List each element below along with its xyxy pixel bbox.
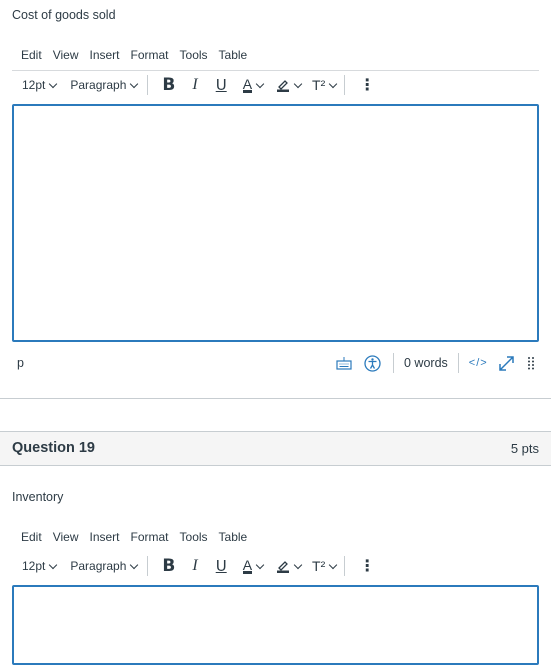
chevron-down-icon [293, 79, 303, 88]
editor-menubar: Edit View Insert Format Tools Table [21, 48, 258, 62]
fullscreen-icon[interactable] [498, 355, 515, 372]
rich-text-editor[interactable] [12, 104, 539, 342]
text-color-icon: A [242, 75, 253, 93]
element-path[interactable]: p [17, 356, 24, 370]
block-format-value: Paragraph [70, 559, 127, 573]
more-options-button[interactable]: ⋮ [359, 75, 375, 95]
text-color-icon: A [242, 556, 253, 574]
text-color-button[interactable]: A [242, 556, 265, 574]
statusbar-separator [393, 353, 394, 373]
editor-statusbar: 0 words </> [336, 353, 535, 373]
bold-button[interactable]: B [162, 556, 175, 576]
chevron-down-icon [130, 79, 139, 88]
italic-button[interactable]: I [192, 76, 197, 94]
menu-table[interactable]: Table [219, 530, 248, 544]
block-format-dropdown[interactable]: Paragraph [70, 559, 139, 573]
superscript-button[interactable]: T² [312, 77, 338, 93]
highlight-color-button[interactable] [276, 559, 303, 573]
chevron-down-icon [49, 79, 58, 88]
superscript-icon: T² [312, 558, 326, 574]
toolbar-separator [344, 75, 346, 95]
toolbar-separator [344, 556, 346, 576]
chevron-down-icon [49, 560, 58, 569]
menu-edit[interactable]: Edit [21, 530, 42, 544]
menu-view[interactable]: View [53, 530, 79, 544]
keyboard-shortcuts-icon[interactable] [336, 356, 352, 370]
editor-toolbar: 12pt Paragraph B I U A T² ⋮ [22, 71, 375, 99]
accessibility-checker-icon[interactable] [364, 354, 381, 372]
question-prompt: Inventory [12, 490, 64, 504]
underline-button[interactable]: U [216, 76, 227, 94]
menu-tools[interactable]: Tools [180, 530, 208, 544]
menu-insert[interactable]: Insert [89, 530, 119, 544]
statusbar-separator [457, 353, 459, 373]
font-size-value: 12pt [22, 559, 46, 573]
chevron-down-icon [255, 79, 265, 88]
resize-handle-icon[interactable] [527, 356, 535, 370]
rich-text-editor[interactable] [12, 585, 539, 665]
highlighter-icon [277, 561, 290, 573]
question-points: 5 pts [510, 441, 539, 456]
editor-menubar: Edit View Insert Format Tools Table [21, 530, 258, 544]
font-size-dropdown[interactable]: 12pt [22, 78, 58, 92]
question-prompt: Cost of goods sold [12, 8, 116, 22]
menu-insert[interactable]: Insert [89, 48, 119, 62]
toolbar-separator [147, 556, 149, 576]
block-format-dropdown[interactable]: Paragraph [70, 78, 139, 92]
chevron-down-icon [329, 79, 338, 88]
chevron-down-icon [255, 560, 265, 569]
italic-button[interactable]: I [192, 557, 197, 575]
bold-button[interactable]: B [162, 75, 175, 95]
superscript-button[interactable]: T² [312, 558, 338, 574]
menu-table[interactable]: Table [219, 48, 248, 62]
menu-edit[interactable]: Edit [21, 48, 42, 62]
menu-tools[interactable]: Tools [180, 48, 208, 62]
toolbar-separator [147, 75, 149, 95]
menu-format[interactable]: Format [131, 530, 169, 544]
question-title: Question 19 [12, 440, 95, 456]
editor-toolbar: 12pt Paragraph B I U A T² ⋮ [22, 552, 375, 580]
highlight-color-button[interactable] [276, 78, 303, 92]
html-editor-toggle[interactable]: </> [469, 357, 488, 369]
more-options-button[interactable]: ⋮ [359, 556, 375, 576]
highlighter-icon [277, 80, 290, 92]
question-divider [0, 398, 551, 399]
text-color-button[interactable]: A [242, 75, 265, 93]
font-size-value: 12pt [22, 78, 46, 92]
block-format-value: Paragraph [70, 78, 127, 92]
chevron-down-icon [329, 560, 338, 569]
chevron-down-icon [293, 560, 303, 569]
chevron-down-icon [130, 560, 139, 569]
underline-button[interactable]: U [216, 557, 227, 575]
menu-format[interactable]: Format [131, 48, 169, 62]
question-header: Question 19 5 pts [0, 431, 551, 466]
menu-view[interactable]: View [53, 48, 79, 62]
font-size-dropdown[interactable]: 12pt [22, 559, 58, 573]
word-count[interactable]: 0 words [404, 356, 448, 370]
superscript-icon: T² [312, 77, 326, 93]
